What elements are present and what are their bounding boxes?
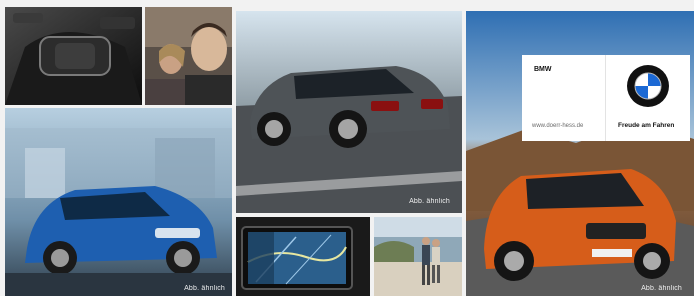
caption-illustrative: Abb. ähnlich	[184, 285, 225, 292]
caption-illustrative: Abb. ähnlich	[409, 198, 450, 205]
brand-logo-area: Freude am Fahren	[606, 55, 690, 141]
photo-blue-hatchback: Abb. ähnlich	[5, 108, 232, 296]
photo-grey-touring: Abb. ähnlich	[236, 11, 462, 213]
bmw-photo-collage: Abb. ähnlich Abb. ähnlich Abb. ähnlich B…	[0, 0, 694, 296]
caption-illustrative: Abb. ähnlich	[641, 285, 682, 292]
photo-couple-beach	[374, 217, 462, 296]
dealer-website-link[interactable]: www.doerr-hess.de	[532, 123, 583, 129]
dealer-brand-box: BMW www.doerr-hess.de Freude am Fahren	[522, 55, 690, 141]
photo-orange-suv: Abb. ähnlich	[466, 11, 694, 296]
brand-slogan: Freude am Fahren	[618, 122, 675, 129]
photo-couple-in-car	[145, 7, 232, 105]
dealer-info: BMW www.doerr-hess.de	[522, 55, 606, 141]
photo-navigation-display	[236, 217, 370, 296]
photo-interior-controller	[5, 7, 142, 105]
brand-name: BMW	[534, 66, 552, 73]
